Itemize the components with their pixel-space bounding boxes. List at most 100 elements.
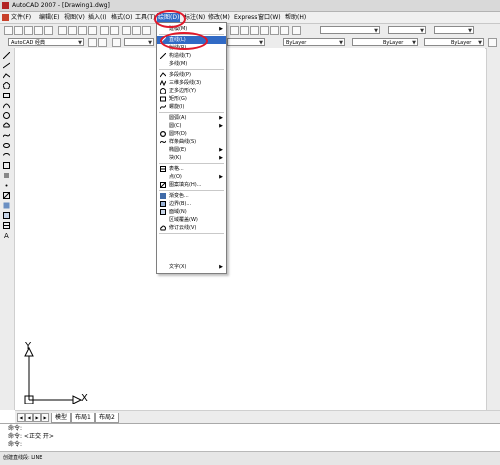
menu-item-arc[interactable]: 圆弧(A) ▶ <box>157 114 226 122</box>
calculator-icon[interactable] <box>280 26 289 35</box>
print-icon[interactable] <box>34 26 43 35</box>
lineweight-control[interactable]: ByLayer ▼ <box>424 38 484 46</box>
menu-item-boundary[interactable]: 边界(B)... <box>157 200 226 208</box>
ellipse-icon[interactable] <box>3 142 10 149</box>
gradient-icon[interactable] <box>3 202 10 209</box>
menu-edit[interactable]: 编辑(E) <box>38 13 60 22</box>
point-icon[interactable] <box>3 182 10 189</box>
arc-icon[interactable] <box>3 102 10 109</box>
undo-icon[interactable] <box>100 26 109 35</box>
pan-icon[interactable] <box>122 26 131 35</box>
linetype-value: ByLayer <box>383 40 404 46</box>
redo-icon[interactable] <box>110 26 119 35</box>
open-file-icon[interactable] <box>14 26 23 35</box>
copy-icon[interactable] <box>68 26 77 35</box>
menu-item-point[interactable]: 点(O) ▶ <box>157 173 226 181</box>
menu-item-block[interactable]: 块(K) ▶ <box>157 154 226 162</box>
menu-file[interactable]: 文件(F) <box>10 13 32 22</box>
markup-icon[interactable] <box>270 26 279 35</box>
spline-icon[interactable] <box>3 132 10 139</box>
menu-dimension[interactable]: 标注(N) <box>183 13 206 22</box>
plot-style-icon[interactable] <box>488 38 497 47</box>
menu-view[interactable]: 视图(V) <box>63 13 86 22</box>
menu-item-donut[interactable]: 圆环(D) <box>157 130 226 138</box>
design-center-icon[interactable] <box>240 26 249 35</box>
workspace-save-icon[interactable] <box>98 38 107 47</box>
tab-layout1[interactable]: 布局1 <box>71 413 95 423</box>
region-icon[interactable] <box>3 212 10 219</box>
revcloud-icon[interactable] <box>3 122 10 129</box>
menu-window[interactable]: 窗口(W) <box>257 13 282 22</box>
save-icon[interactable] <box>24 26 33 35</box>
menu-item-multiline[interactable]: 多线(M) <box>157 60 226 68</box>
tab-layout2[interactable]: 布局2 <box>95 413 119 423</box>
layer-combo[interactable]: ▼ <box>124 38 154 46</box>
menu-item-spline[interactable]: 样条曲线(S) <box>157 138 226 146</box>
menu-item-construction-line[interactable]: 构造线(T) <box>157 52 226 60</box>
menu-item-3d-polyline[interactable]: 三维多段线(3) <box>157 79 226 87</box>
menu-item-gradient[interactable]: 渐变色... <box>157 192 226 200</box>
command-prompt[interactable]: 命令: <box>8 441 22 449</box>
tab-model[interactable]: 模型 <box>51 413 72 423</box>
menu-item-region[interactable]: 面域(N) <box>157 208 226 216</box>
menu-item-wipeout[interactable]: 区域覆盖(W) <box>157 216 226 224</box>
menu-item-helix[interactable]: 螺旋(I) <box>157 103 226 111</box>
workspace-combo[interactable]: AutoCAD 经典 ▼ <box>8 38 84 46</box>
sheet-set-icon[interactable] <box>260 26 269 35</box>
cut-icon[interactable] <box>58 26 67 35</box>
menu-item-table[interactable]: 表格... <box>157 165 226 173</box>
menu-insert[interactable]: 插入(I) <box>87 13 107 22</box>
color-control[interactable]: ByLayer ▼ <box>283 38 345 46</box>
table-style-combo[interactable]: ▼ <box>388 26 426 34</box>
multileader-style-combo[interactable]: ▼ <box>434 26 474 34</box>
workspace-settings-icon[interactable] <box>88 38 97 47</box>
menu-item-polygon[interactable]: 正多边形(Y) <box>157 87 226 95</box>
menu-item-rectangle[interactable]: 矩形(G) <box>157 95 226 103</box>
menu-help[interactable]: 帮助(H) <box>284 13 307 22</box>
dim-style-combo[interactable]: ▼ <box>320 26 380 34</box>
ellipse-arc-icon[interactable] <box>3 152 10 159</box>
preview-icon[interactable] <box>44 26 53 35</box>
help-icon[interactable] <box>292 26 301 35</box>
table-icon[interactable] <box>3 222 10 229</box>
menu-item-revcloud[interactable]: 修订云线(V) <box>157 224 226 232</box>
insert-block-icon[interactable] <box>3 162 10 169</box>
zoom-window-icon[interactable] <box>142 26 151 35</box>
multiline-text-icon[interactable]: A <box>3 232 10 239</box>
new-file-icon[interactable] <box>4 26 13 35</box>
polyline-icon[interactable] <box>3 72 10 79</box>
menu-item-ellipse[interactable]: 椭圆(E) ▶ <box>157 146 226 154</box>
menu-item-label: 边界(B)... <box>169 201 192 207</box>
command-window[interactable]: 命令: 命令: <正交 开> 命令: <box>0 423 500 452</box>
zoom-icon[interactable] <box>132 26 141 35</box>
rectangle-icon[interactable] <box>3 92 10 99</box>
linetype-control[interactable]: ByLayer ▼ <box>352 38 418 46</box>
menu-format[interactable]: 格式(O) <box>110 13 133 22</box>
color-combo[interactable]: ▼ <box>227 38 265 46</box>
polygon-icon[interactable] <box>3 82 10 89</box>
properties-icon[interactable] <box>230 26 239 35</box>
match-properties-icon[interactable] <box>88 26 97 35</box>
paste-icon[interactable] <box>78 26 87 35</box>
make-block-icon[interactable] <box>3 172 10 179</box>
menu-item-polyline[interactable]: 多段线(P) <box>157 71 226 79</box>
next-tab-icon[interactable]: ▶ <box>33 413 41 422</box>
prev-tab-icon[interactable]: ◀ <box>25 413 33 422</box>
menu-express[interactable]: Express <box>233 13 258 22</box>
first-tab-icon[interactable]: ◀ <box>17 413 25 422</box>
menu-item-text[interactable]: 文字(X) ▶ <box>157 263 226 271</box>
menu-tools[interactable]: 工具(T) <box>134 13 156 22</box>
app-menu-icon[interactable] <box>2 14 9 21</box>
last-tab-icon[interactable]: ▶ <box>41 413 49 422</box>
drawing-area[interactable]: Y X <box>15 48 485 410</box>
menu-item-hatch[interactable]: 图案填充(H)... <box>157 181 226 189</box>
submenu-arrow-icon: ▶ <box>219 115 223 121</box>
menu-item-circle[interactable]: 圆(C) ▶ <box>157 122 226 130</box>
line-icon[interactable] <box>3 52 10 59</box>
construction-line-icon[interactable] <box>3 62 10 69</box>
hatch-icon[interactable] <box>3 192 10 199</box>
circle-icon[interactable] <box>3 112 10 119</box>
menu-modify[interactable]: 修改(M) <box>207 13 231 22</box>
layer-manager-icon[interactable] <box>112 38 121 47</box>
tool-palettes-icon[interactable] <box>250 26 259 35</box>
